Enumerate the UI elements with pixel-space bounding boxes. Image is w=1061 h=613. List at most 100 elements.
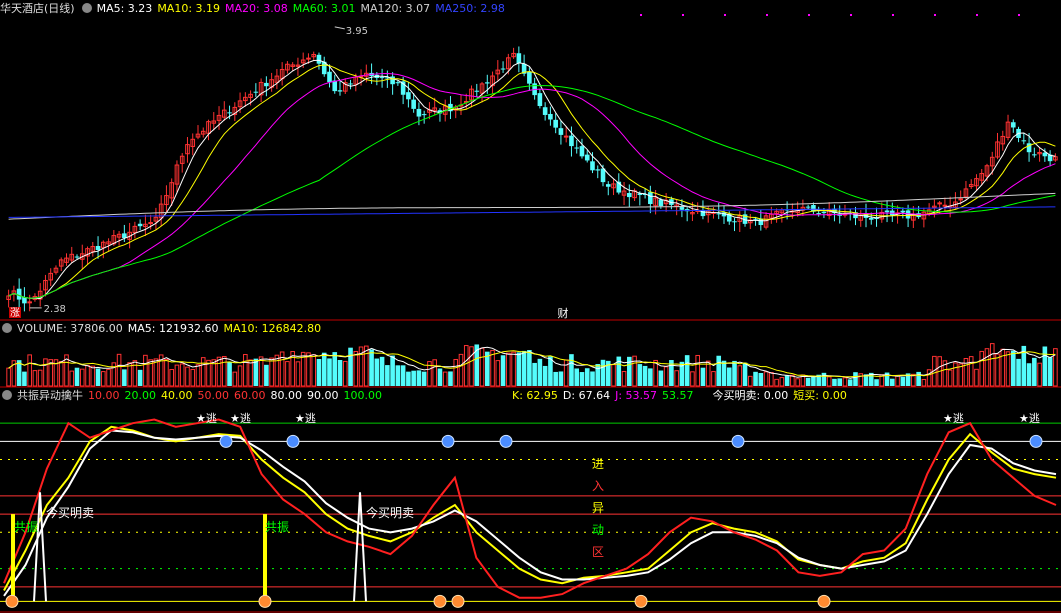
escape-signal: ★逃 <box>295 412 316 425</box>
volume-bar-up <box>663 366 669 387</box>
ma5-line <box>8 59 1056 300</box>
top-dot-marker <box>934 14 936 16</box>
volume-bar-up <box>164 358 169 387</box>
volume-bar-up <box>174 364 180 387</box>
volume-bar-up <box>989 343 995 387</box>
candle-body-up <box>942 204 948 207</box>
volume-bar-up <box>463 345 469 387</box>
volume-bar-down <box>558 371 564 386</box>
volume-bar-up <box>295 361 301 387</box>
volume-bar-up <box>826 376 832 387</box>
candle-body-up <box>148 222 153 225</box>
volume-bar-up <box>6 367 11 387</box>
zone-char: 动 <box>592 523 604 537</box>
volume-bar-up <box>506 352 511 387</box>
volume-bar-up <box>1005 351 1011 387</box>
candle-body-down <box>716 213 722 215</box>
level-80: 80.00 <box>270 389 303 402</box>
top-dot-marker <box>808 14 810 16</box>
escape-signal: ★逃 <box>230 412 251 425</box>
candle-body-up <box>306 57 311 60</box>
resonance-signal: 共振 <box>14 520 38 534</box>
short-buy-value: 短买: 0.00 <box>793 389 847 402</box>
candle-body-down <box>395 82 401 84</box>
indicator-name: 共振异动擒牛 <box>17 389 83 402</box>
volume-bar-up <box>895 375 900 387</box>
buy-sell-value: 今买明卖: 0.00 <box>712 389 789 402</box>
volume-bar-down <box>421 371 427 386</box>
volume-ma10-label: MA10: 126842.80 <box>223 322 322 335</box>
indicator-toggle-icon[interactable] <box>2 390 12 400</box>
candle-body-down <box>758 218 764 226</box>
volume-bar-down <box>316 358 322 386</box>
volume-label: VOLUME: 37806.00 <box>17 322 123 335</box>
volume-bar-down <box>847 379 853 386</box>
volume-bar-down <box>1042 346 1048 386</box>
volume-bar-up <box>469 346 474 387</box>
volume-bar-up <box>511 351 516 387</box>
orange-signal-ball <box>5 594 19 608</box>
candle-body-down <box>327 71 332 83</box>
volume-bar-down <box>337 359 343 386</box>
orange-signal-ball <box>258 594 272 608</box>
candle-body-down <box>884 210 890 213</box>
candle-body-down <box>227 112 232 114</box>
candle-body-down <box>900 210 906 213</box>
volume-bar-up <box>32 370 38 387</box>
volume-bar-down <box>500 355 506 386</box>
candle-body-down <box>16 288 22 300</box>
volume-bar-up <box>779 377 785 387</box>
volume-bar-down <box>627 356 632 386</box>
candle-body-down <box>868 217 874 220</box>
volume-header: VOLUME: 37806.00 MA5: 121932.60 MA10: 1268… <box>0 322 326 336</box>
candle-body-down <box>527 71 532 84</box>
volume-bar-up <box>974 368 979 387</box>
volume-bar-down <box>1010 350 1016 386</box>
level-40: 40.00 <box>161 389 193 402</box>
candle-body-down <box>805 206 811 208</box>
candle-body-down <box>421 114 427 116</box>
level-60: 60.00 <box>234 389 266 402</box>
volume-bar-up <box>69 370 75 387</box>
volume-bar-down <box>890 378 895 386</box>
volume-bar-down <box>821 372 827 386</box>
volume-bar-up <box>690 371 695 387</box>
volume-bar-up <box>921 378 927 387</box>
j2-value: 53.57 <box>662 389 694 402</box>
stock-chart-canvas[interactable]: 3.95 2.38 涨 财 ★逃 ★逃 ★逃 ★逃 ★逃今买明卖 今买明卖共振 共振 进入异动区 <box>0 0 1061 613</box>
volume-bars-group <box>6 343 1058 387</box>
volume-bar-up <box>563 359 569 387</box>
volume-bar-down <box>805 377 811 386</box>
volume-bar-up <box>953 362 958 387</box>
level-10: 10.00 <box>88 389 120 402</box>
candle-body-down <box>137 223 143 227</box>
volume-bar-up <box>442 371 448 387</box>
volume-bar-up <box>1000 348 1006 387</box>
blue-signal-ball <box>731 434 745 448</box>
candle-body-down <box>22 297 27 304</box>
volume-bar-down <box>332 352 338 386</box>
volume-bar-down <box>437 368 443 386</box>
ma60-line <box>8 85 1056 299</box>
volume-bar-up <box>190 368 196 387</box>
volume-bar-up <box>237 365 243 387</box>
volume-bar-up <box>968 356 974 387</box>
volume-bar-up <box>79 368 85 387</box>
volume-bar-down <box>411 370 416 386</box>
candle-body-down <box>548 113 553 120</box>
volume-bar-down <box>684 355 690 386</box>
top-dot-marker <box>892 14 894 16</box>
ma20-label: MA20: 3.08 <box>225 2 288 15</box>
volume-toggle-icon[interactable] <box>2 323 12 333</box>
zone-char: 异 <box>592 501 604 515</box>
volume-bar-up <box>984 348 990 387</box>
candle-body-down <box>416 108 422 117</box>
volume-bar-up <box>947 369 953 387</box>
volume-bar-down <box>784 375 790 386</box>
volume-bar-up <box>995 353 1000 387</box>
ma250-label: MA250: 2.98 <box>435 2 505 15</box>
settings-toggle-icon[interactable] <box>81 3 92 13</box>
candle-body-down <box>753 218 758 220</box>
volume-bar-down <box>758 372 764 386</box>
volume-bar-up <box>490 349 495 387</box>
